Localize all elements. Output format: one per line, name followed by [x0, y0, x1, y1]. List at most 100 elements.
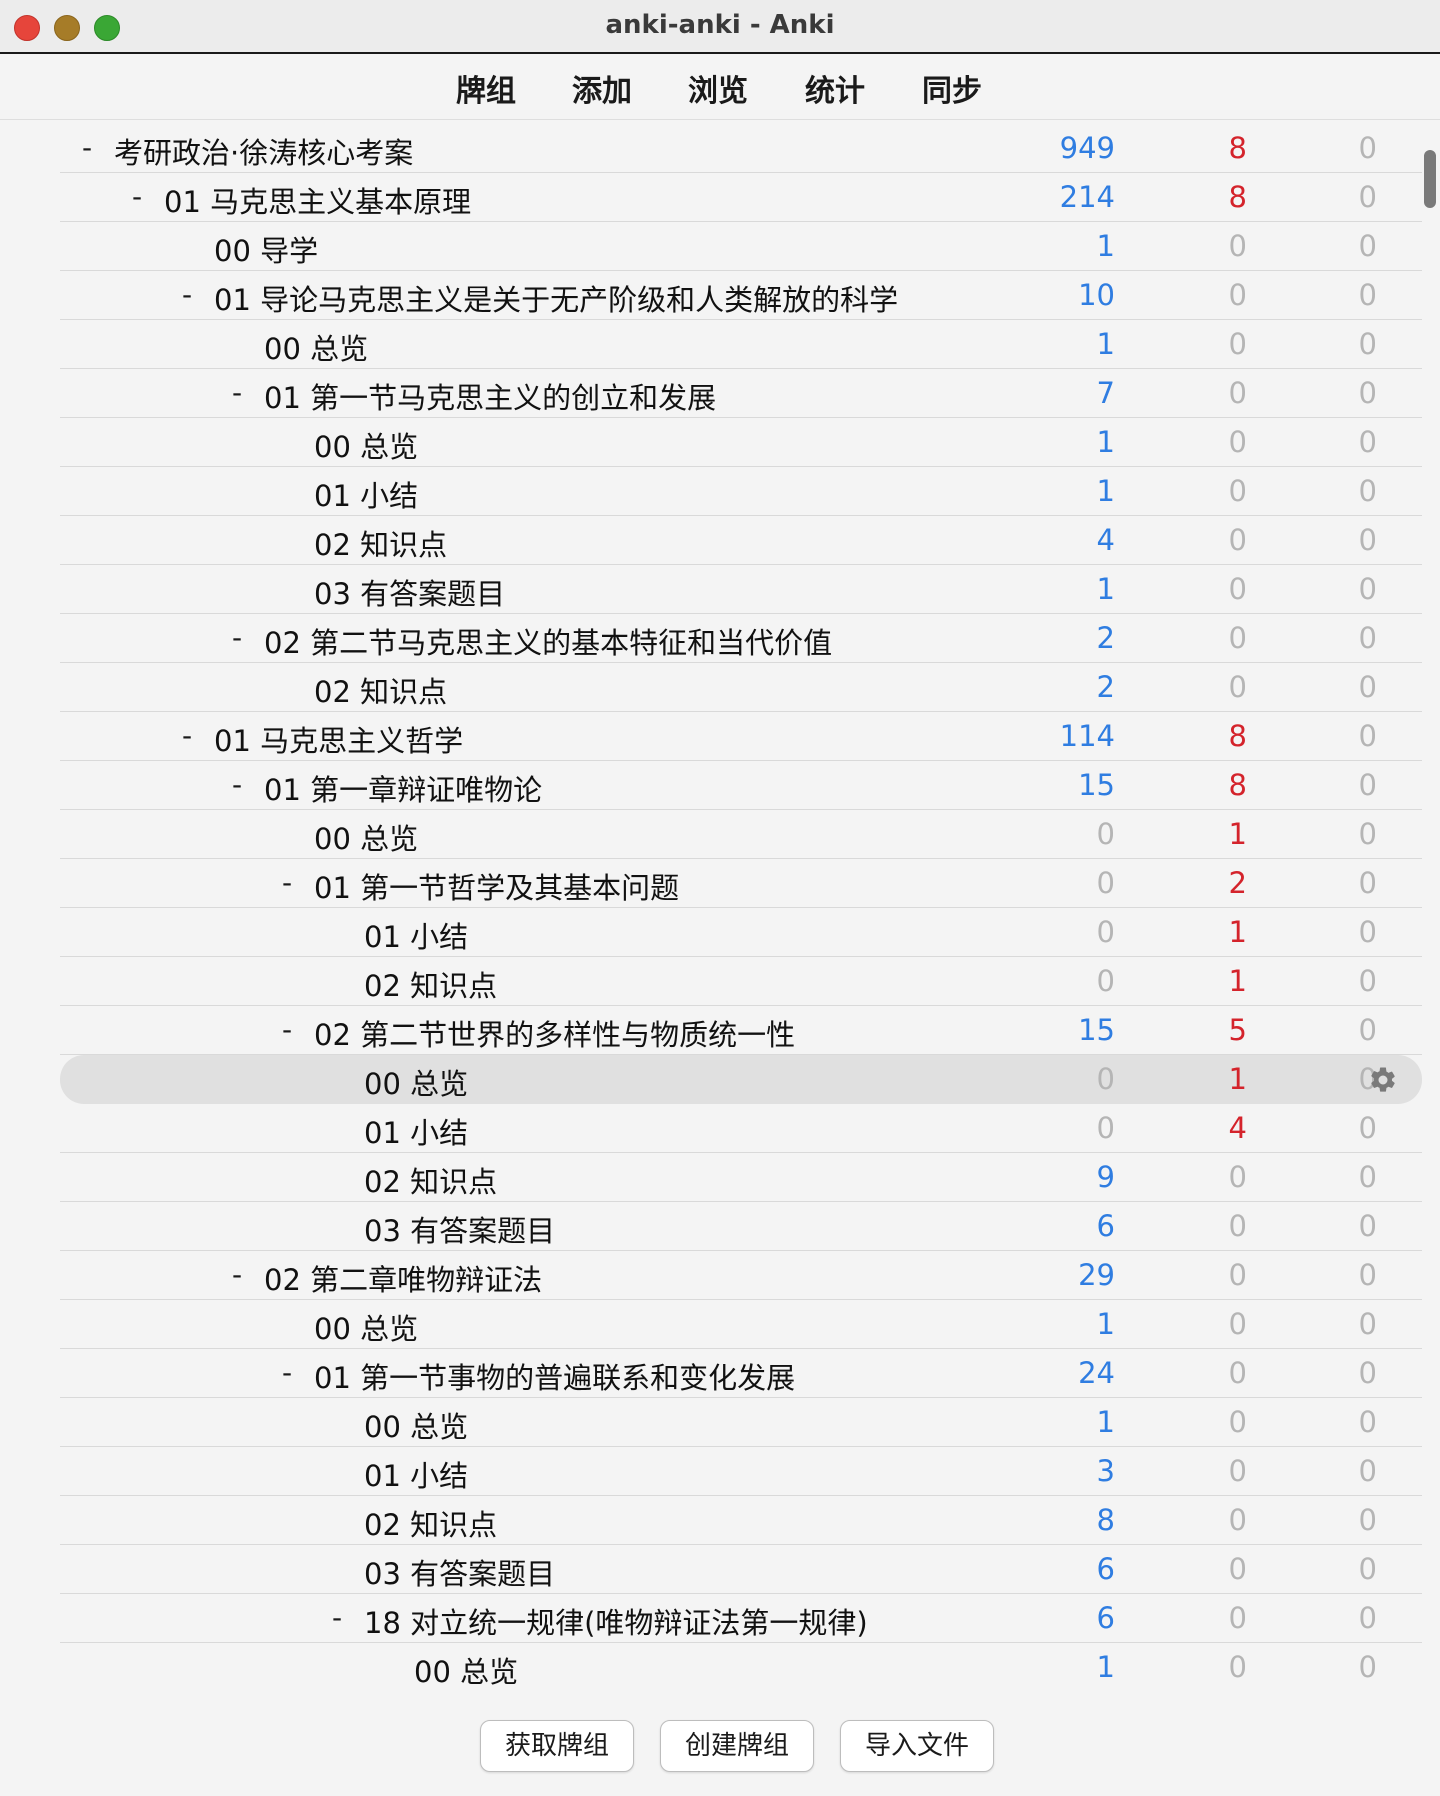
deck-name[interactable]: 02 知识点 [364, 1159, 497, 1201]
deck-name[interactable]: 02 知识点 [314, 522, 447, 564]
collapse-toggle[interactable]: - [82, 131, 92, 164]
title-bar[interactable]: anki-anki - Anki [0, 0, 1440, 54]
deck-name[interactable]: 02 知识点 [364, 1502, 497, 1544]
learn-count: 1 [1228, 817, 1247, 851]
deck-row[interactable]: -01 导论马克思主义是关于无产阶级和人类解放的科学 10 0 0 [60, 271, 1422, 320]
deck-name[interactable]: 00 总览 [314, 1306, 418, 1348]
deck-name[interactable]: 02 第二节马克思主义的基本特征和当代价值 [264, 620, 832, 662]
deck-name[interactable]: 03 有答案题目 [364, 1208, 555, 1250]
learn-count: 0 [1228, 572, 1247, 606]
get-shared-decks-button[interactable]: 获取牌组 [480, 1720, 634, 1772]
deck-row[interactable]: 03 有答案题目 6 0 0 [60, 1202, 1422, 1251]
toolbar-add-button[interactable]: 添加 [572, 66, 632, 110]
deck-row[interactable]: - 考研政治·徐涛核心考案 949 8 0 [60, 124, 1422, 173]
collapse-toggle[interactable]: - [182, 278, 192, 311]
deck-name[interactable]: 03 有答案题目 [314, 571, 505, 613]
collapse-toggle[interactable]: - [282, 866, 292, 899]
deck-row[interactable]: 02 知识点 8 0 0 [60, 1496, 1422, 1545]
learn-count: 0 [1228, 229, 1247, 263]
deck-name[interactable]: 00 总览 [264, 326, 368, 368]
deck-row[interactable]: 01 小结 0 1 0 [60, 908, 1422, 957]
deck-row[interactable]: 02 知识点 4 0 0 [60, 516, 1422, 565]
deck-name[interactable]: 00 总览 [314, 816, 418, 858]
due-count: 0 [1358, 376, 1377, 410]
collapse-toggle[interactable]: - [332, 1601, 342, 1634]
deck-row[interactable]: 03 有答案题目 6 0 0 [60, 1545, 1422, 1594]
deck-row[interactable]: 00 总览 1 0 0 [60, 1398, 1422, 1447]
deck-name[interactable]: 01 马克思主义基本原理 [164, 179, 471, 221]
deck-name[interactable]: 01 第一节事物的普遍联系和变化发展 [314, 1355, 795, 1397]
deck-name[interactable]: 00 总览 [314, 424, 418, 466]
deck-row[interactable]: -02 第二节马克思主义的基本特征和当代价值 2 0 0 [60, 614, 1422, 663]
deck-name[interactable]: 01 小结 [364, 1453, 468, 1495]
deck-row[interactable]: 03 有答案题目 1 0 0 [60, 565, 1422, 614]
deck-row[interactable]: 00 导学 1 0 0 [60, 222, 1422, 271]
collapse-toggle[interactable]: - [232, 1258, 242, 1291]
deck-row[interactable]: -18 对立统一规律(唯物辩证法第一规律) 6 0 0 [60, 1594, 1422, 1643]
deck-name[interactable]: 00 总览 [364, 1061, 468, 1103]
collapse-toggle[interactable]: - [232, 376, 242, 409]
deck-row[interactable]: -01 第一节马克思主义的创立和发展 7 0 0 [60, 369, 1422, 418]
new-count: 1 [1096, 1650, 1115, 1684]
deck-name[interactable]: 01 第一章辩证唯物论 [264, 767, 542, 809]
toolbar-stats-button[interactable]: 统计 [805, 66, 865, 110]
due-count: 0 [1358, 278, 1377, 312]
deck-row[interactable]: 02 知识点 0 1 0 [60, 957, 1422, 1006]
deck-row[interactable]: -01 第一节哲学及其基本问题 0 2 0 [60, 859, 1422, 908]
deck-row[interactable]: -02 第二节世界的多样性与物质统一性 15 5 0 [60, 1006, 1422, 1055]
deck-name[interactable]: 03 有答案题目 [364, 1551, 555, 1593]
new-count: 0 [1096, 817, 1115, 851]
deck-name[interactable]: 02 知识点 [314, 669, 447, 711]
toolbar-decks-button[interactable]: 牌组 [456, 66, 516, 110]
deck-row[interactable]: -01 第一节事物的普遍联系和变化发展 24 0 0 [60, 1349, 1422, 1398]
scrollbar-thumb[interactable] [1424, 150, 1436, 208]
new-count: 29 [1078, 1258, 1115, 1292]
deck-name[interactable]: 02 第二章唯物辩证法 [264, 1257, 542, 1299]
collapse-toggle[interactable]: - [282, 1013, 292, 1046]
collapse-toggle[interactable]: - [232, 768, 242, 801]
deck-row[interactable]: -01 马克思主义基本原理 214 8 0 [60, 173, 1422, 222]
deck-name[interactable]: 01 第一节马克思主义的创立和发展 [264, 375, 716, 417]
deck-row[interactable]: -02 第二章唯物辩证法 29 0 0 [60, 1251, 1422, 1300]
deck-row[interactable]: 01 小结 3 0 0 [60, 1447, 1422, 1496]
deck-name[interactable]: 01 小结 [364, 914, 468, 956]
deck-name[interactable]: 考研政治·徐涛核心考案 [114, 130, 413, 172]
deck-name[interactable]: 01 导论马克思主义是关于无产阶级和人类解放的科学 [214, 277, 898, 319]
deck-name[interactable]: 00 总览 [414, 1649, 518, 1691]
toolbar-browse-button[interactable]: 浏览 [688, 66, 748, 110]
deck-name[interactable]: 01 第一节哲学及其基本问题 [314, 865, 679, 907]
deck-row[interactable]: 00 总览 1 0 0 [60, 1643, 1422, 1692]
deck-row[interactable]: 02 知识点 2 0 0 [60, 663, 1422, 712]
deck-row[interactable]: 00 总览 1 0 0 [60, 320, 1422, 369]
collapse-toggle[interactable]: - [182, 719, 192, 752]
deck-name[interactable]: 01 小结 [314, 473, 418, 515]
import-file-button[interactable]: 导入文件 [840, 1720, 994, 1772]
due-count: 0 [1358, 327, 1377, 361]
deck-row[interactable]: 00 总览 0 1 0 [60, 1055, 1422, 1104]
deck-name[interactable]: 01 小结 [364, 1110, 468, 1152]
learn-count: 5 [1228, 1013, 1247, 1047]
new-count: 1 [1096, 229, 1115, 263]
deck-name[interactable]: 01 马克思主义哲学 [214, 718, 463, 760]
deck-row[interactable]: 00 总览 1 0 0 [60, 1300, 1422, 1349]
deck-row[interactable]: 00 总览 0 1 0 [60, 810, 1422, 859]
due-count: 0 [1358, 523, 1377, 557]
deck-row[interactable]: 00 总览 1 0 0 [60, 418, 1422, 467]
deck-row[interactable]: 02 知识点 9 0 0 [60, 1153, 1422, 1202]
deck-row[interactable]: -01 马克思主义哲学 114 8 0 [60, 712, 1422, 761]
create-deck-button[interactable]: 创建牌组 [660, 1720, 814, 1772]
deck-row[interactable]: 01 小结 0 4 0 [60, 1104, 1422, 1153]
deck-name[interactable]: 00 总览 [364, 1404, 468, 1446]
deck-name[interactable]: 02 知识点 [364, 963, 497, 1005]
collapse-toggle[interactable]: - [132, 180, 142, 213]
gear-icon[interactable] [1368, 1065, 1398, 1095]
collapse-toggle[interactable]: - [282, 1356, 292, 1389]
collapse-toggle[interactable]: - [232, 621, 242, 654]
new-count: 4 [1096, 523, 1115, 557]
deck-name[interactable]: 02 第二节世界的多样性与物质统一性 [314, 1012, 795, 1054]
toolbar-sync-button[interactable]: 同步 [922, 66, 982, 110]
deck-name[interactable]: 18 对立统一规律(唯物辩证法第一规律) [364, 1600, 868, 1642]
deck-row[interactable]: 01 小结 1 0 0 [60, 467, 1422, 516]
deck-name[interactable]: 00 导学 [214, 228, 318, 270]
deck-row[interactable]: -01 第一章辩证唯物论 15 8 0 [60, 761, 1422, 810]
